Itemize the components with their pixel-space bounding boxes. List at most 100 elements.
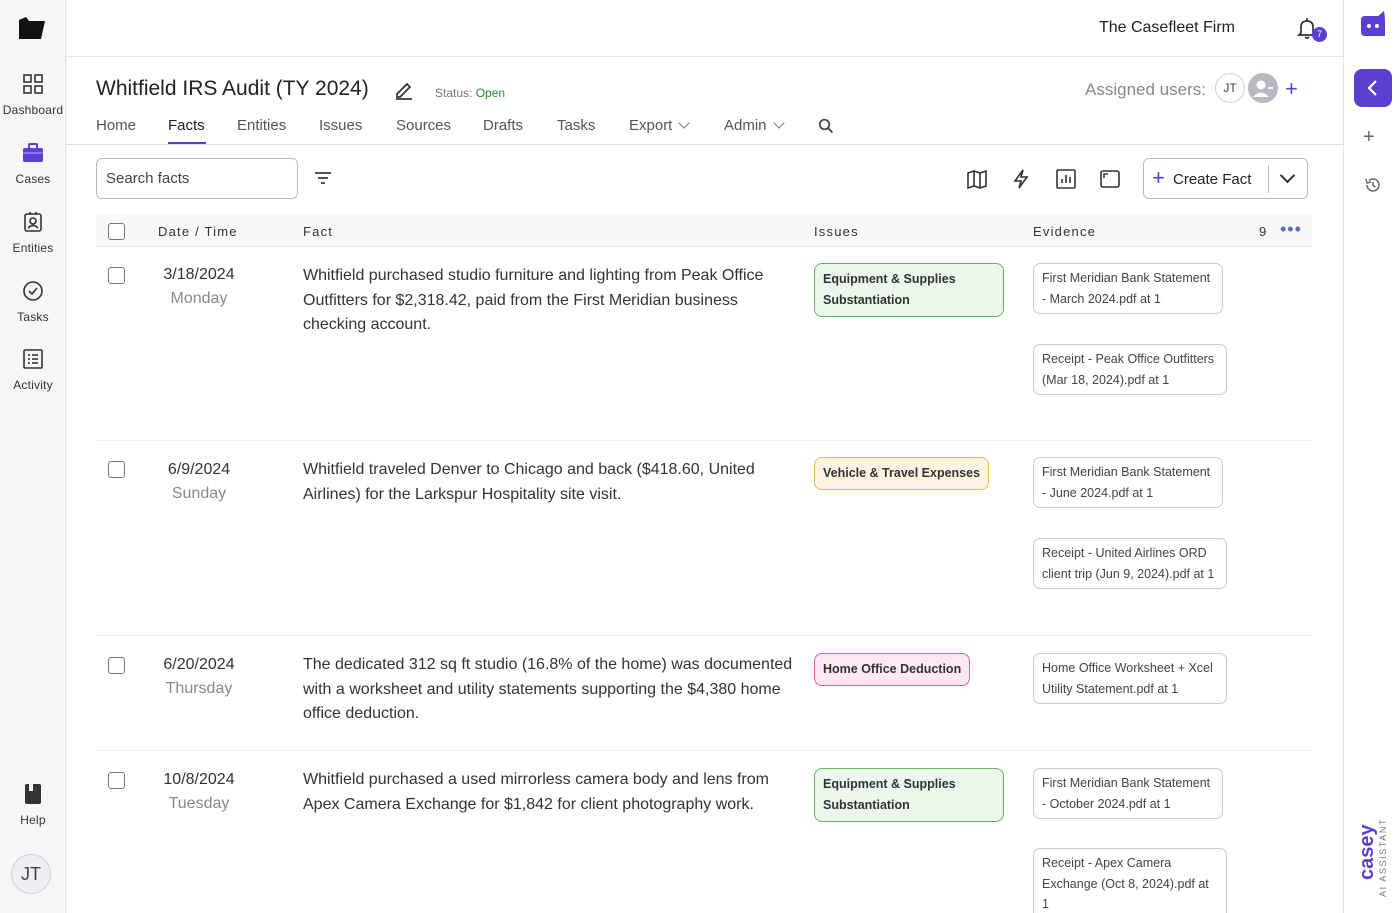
button-divider <box>1268 165 1269 193</box>
tab-home[interactable]: Home <box>96 117 136 134</box>
evidence-link[interactable]: Receipt - Peak Office Outfitters (Mar 18… <box>1033 344 1227 396</box>
assigned-user-placeholder-avatar[interactable] <box>1248 73 1278 103</box>
firm-name: The Casefleet Firm <box>1098 19 1235 36</box>
tab-facts[interactable]: Facts <box>168 117 205 134</box>
tab-label: Admin <box>724 117 767 134</box>
add-user-button[interactable]: + <box>1285 76 1298 102</box>
column-header-fact[interactable]: Fact <box>303 224 333 239</box>
evidence-link[interactable]: First Meridian Bank Statement - March 20… <box>1033 263 1223 315</box>
pencil-icon[interactable] <box>394 80 414 100</box>
assistant-bot-icon[interactable] <box>1358 10 1388 40</box>
left-sidebar: Dashboard Cases Entities Tasks Activity … <box>0 0 66 913</box>
column-header-issues[interactable]: Issues <box>814 224 859 239</box>
grid-icon <box>23 74 43 94</box>
fact-text[interactable]: Whitfield purchased a used mirrorless ca… <box>303 768 803 817</box>
tab-tasks[interactable]: Tasks <box>557 117 595 134</box>
tabs-divider <box>66 144 1343 145</box>
sidebar-item-label: Dashboard <box>2 103 64 117</box>
status-badge: Open <box>475 86 506 100</box>
status-label: Status: <box>435 86 473 100</box>
search-input[interactable] <box>96 158 298 199</box>
sidebar-item-activity[interactable]: Activity <box>0 348 66 392</box>
history-icon[interactable] <box>1364 176 1382 194</box>
new-chat-plus-icon[interactable]: + <box>1363 126 1375 149</box>
fact-count: 9 <box>1259 224 1267 239</box>
assistant-brand: casey <box>1356 824 1378 880</box>
collapse-panel-button[interactable] <box>1354 69 1392 107</box>
tab-sources[interactable]: Sources <box>396 117 451 134</box>
evidence-link[interactable]: Receipt - Apex Camera Exchange (Oct 8, 2… <box>1033 848 1227 913</box>
chevron-down-icon <box>678 117 691 129</box>
row-checkbox[interactable] <box>108 657 125 674</box>
fact-weekday: Sunday <box>171 485 227 502</box>
tab-export[interactable]: Export <box>629 117 691 134</box>
create-fact-button[interactable]: + Create Fact <box>1143 158 1308 199</box>
column-header-date[interactable]: Date / Time <box>158 224 238 239</box>
filter-icon[interactable] <box>313 168 333 188</box>
row-checkbox[interactable] <box>108 772 125 789</box>
fact-date: 6/9/2024 <box>167 461 231 478</box>
sidebar-item-cases[interactable]: Cases <box>0 142 66 186</box>
chevron-left-icon <box>1367 80 1377 96</box>
map-icon[interactable] <box>966 168 988 190</box>
issue-tag[interactable]: Home Office Deduction <box>814 653 971 686</box>
chart-icon[interactable] <box>1055 168 1077 190</box>
notification-badge: 7 <box>1312 27 1327 42</box>
top-header: The Casefleet Firm 7 <box>66 0 1343 57</box>
tab-entities[interactable]: Entities <box>237 117 286 134</box>
sidebar-item-help[interactable]: Help <box>0 783 66 827</box>
evidence-link[interactable]: Home Office Worksheet + Xcel Utility Sta… <box>1033 653 1227 705</box>
chevron-down-icon <box>772 117 785 129</box>
tab-label: Export <box>629 117 673 134</box>
app-root: Dashboard Cases Entities Tasks Activity … <box>0 0 1400 913</box>
sidebar-item-label: Help <box>20 813 46 827</box>
fact-date: 6/20/2024 <box>163 656 235 673</box>
briefcase-icon <box>23 143 43 162</box>
row-checkbox[interactable] <box>108 461 125 478</box>
check-circle-icon <box>23 281 43 301</box>
sidebar-item-tasks[interactable]: Tasks <box>0 280 66 324</box>
evidence-link[interactable]: First Meridian Bank Statement - October … <box>1033 768 1223 820</box>
tab-drafts[interactable]: Drafts <box>483 117 523 134</box>
case-status: Status: Open <box>435 86 505 100</box>
lightning-icon[interactable] <box>1010 168 1032 190</box>
assistant-subtitle: AI ASSISTANT <box>1378 817 1388 897</box>
table-header: Date / Time Fact Issues Evidence 9 ••• <box>96 215 1312 247</box>
contact-card-icon <box>24 212 42 232</box>
fact-weekday: Monday <box>170 290 228 307</box>
fact-weekday: Tuesday <box>168 795 230 812</box>
sidebar-item-label: Tasks <box>17 310 49 324</box>
row-checkbox[interactable] <box>108 267 125 284</box>
tab-issues[interactable]: Issues <box>319 117 362 134</box>
chevron-down-icon[interactable] <box>1279 167 1296 184</box>
sidebar-item-dashboard[interactable]: Dashboard <box>0 73 66 117</box>
casefleet-logo-icon[interactable] <box>17 14 47 42</box>
row-divider <box>96 440 1312 441</box>
expand-frame-icon[interactable] <box>1099 168 1121 190</box>
person-icon <box>1253 80 1273 97</box>
tab-admin[interactable]: Admin <box>724 117 785 134</box>
search-icon[interactable] <box>818 118 834 134</box>
sidebar-item-label: Entities <box>12 241 54 255</box>
fact-text[interactable]: The dedicated 312 sq ft studio (16.8% of… <box>303 653 793 727</box>
fact-text[interactable]: Whitfield purchased studio furniture and… <box>303 264 793 338</box>
fact-text[interactable]: Whitfield traveled Denver to Chicago and… <box>303 458 793 507</box>
more-options-icon[interactable]: ••• <box>1280 219 1302 240</box>
list-icon <box>23 349 43 369</box>
assistant-rail: + casey AI ASSISTANT <box>1343 0 1400 913</box>
user-avatar[interactable]: JT <box>11 854 51 894</box>
issue-tag[interactable]: Equipment & Supplies Substantiation <box>814 768 1004 822</box>
issue-tag[interactable]: Equipment & Supplies Substantiation <box>814 263 1004 317</box>
select-all-checkbox[interactable] <box>108 223 125 240</box>
column-header-evidence[interactable]: Evidence <box>1033 224 1096 239</box>
evidence-link[interactable]: Receipt - United Airlines ORD client tri… <box>1033 538 1227 590</box>
sidebar-item-label: Cases <box>15 172 51 186</box>
sidebar-item-label: Activity <box>13 378 53 392</box>
create-fact-label: Create Fact <box>1173 171 1252 188</box>
sidebar-item-entities[interactable]: Entities <box>0 211 66 255</box>
assigned-user-avatar[interactable]: JT <box>1215 73 1245 103</box>
evidence-link[interactable]: First Meridian Bank Statement - June 202… <box>1033 457 1223 509</box>
issue-tag[interactable]: Vehicle & Travel Expenses <box>814 457 990 490</box>
fact-weekday: Thursday <box>165 680 233 697</box>
assigned-users-label: Assigned users: <box>1085 80 1206 99</box>
